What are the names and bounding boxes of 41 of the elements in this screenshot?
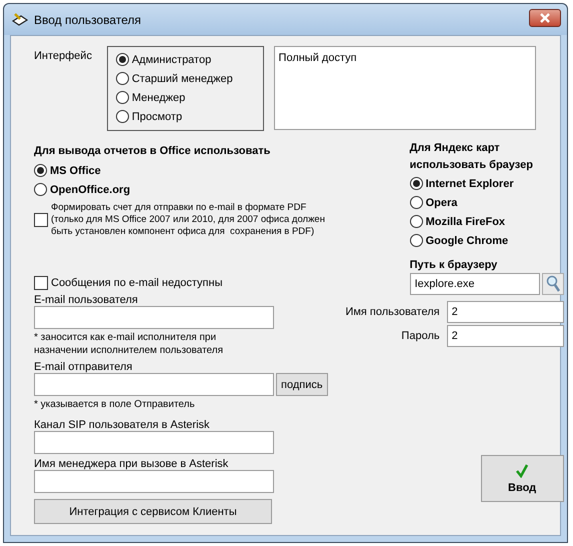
browser-radio[interactable]: Internet Explorer <box>410 174 514 193</box>
search-button[interactable] <box>542 273 564 295</box>
interface-label: Интерфейс <box>34 50 93 62</box>
search-icon <box>544 275 561 293</box>
close-button[interactable] <box>529 8 561 26</box>
submit-button[interactable]: Ввод <box>480 455 564 502</box>
close-icon <box>539 12 551 22</box>
window-title: Ввод пользователя <box>34 12 142 26</box>
office-radio[interactable]: MS Office <box>34 161 101 180</box>
field-label: Канал SIP пользователя в Asterisk <box>34 419 210 431</box>
role-radio[interactable]: Просмотр <box>116 107 263 126</box>
pdf-checkbox[interactable]: Формировать счет для отправки по e-mail в формате PDF (только для MS Office 2007 или 2010, для 2007 офиса должен быть установлен компонент офиса для сохранения в PDF) <box>34 202 325 238</box>
browser-radio[interactable]: Opera <box>410 193 458 212</box>
field-note: * заносится как e-mail исполнителя при назначении исполнителем пользователя <box>34 331 224 357</box>
sender-email-field[interactable] <box>34 373 274 396</box>
role-radio[interactable]: Администратор <box>116 50 263 69</box>
username-label: Имя пользователя <box>345 306 440 318</box>
browser-heading: Для Яндекс карт использовать браузер <box>410 141 533 173</box>
password-field[interactable]: 2 <box>446 325 564 347</box>
check-icon <box>515 464 530 478</box>
user-email-field[interactable] <box>34 306 274 329</box>
sip-channel-field[interactable] <box>34 431 274 454</box>
office-heading: Для вывода отчетов в Office использовать <box>34 145 270 159</box>
role-radio[interactable]: Менеджер <box>116 88 263 107</box>
office-radio[interactable]: OpenOffice.org <box>34 180 130 199</box>
pencil-icon <box>12 12 28 26</box>
field-note: * указывается в поле Отправитель <box>34 398 195 411</box>
browser-path-label: Путь к браузеру <box>410 259 498 271</box>
access-description: Полный доступ <box>274 46 536 130</box>
integration-button[interactable]: Интеграция с сервисом Клиенты <box>34 499 272 524</box>
field-label: E-mail отправителя <box>34 361 132 373</box>
browser-radio[interactable]: Google Chrome <box>410 231 508 250</box>
signature-button[interactable]: подпись <box>276 373 328 396</box>
password-label: Пароль <box>401 330 440 342</box>
field-label: Имя менеджера при вызове в Asterisk <box>34 458 228 470</box>
role-radio[interactable]: Старший менеджер <box>116 69 263 88</box>
field-label: E-mail пользователя <box>34 294 138 306</box>
browser-path-field[interactable]: Iexplore.exe <box>410 273 540 295</box>
username-field[interactable]: 2 <box>446 301 564 323</box>
manager-name-field[interactable] <box>34 470 274 493</box>
browser-radio[interactable]: Mozilla FireFox <box>410 212 506 231</box>
